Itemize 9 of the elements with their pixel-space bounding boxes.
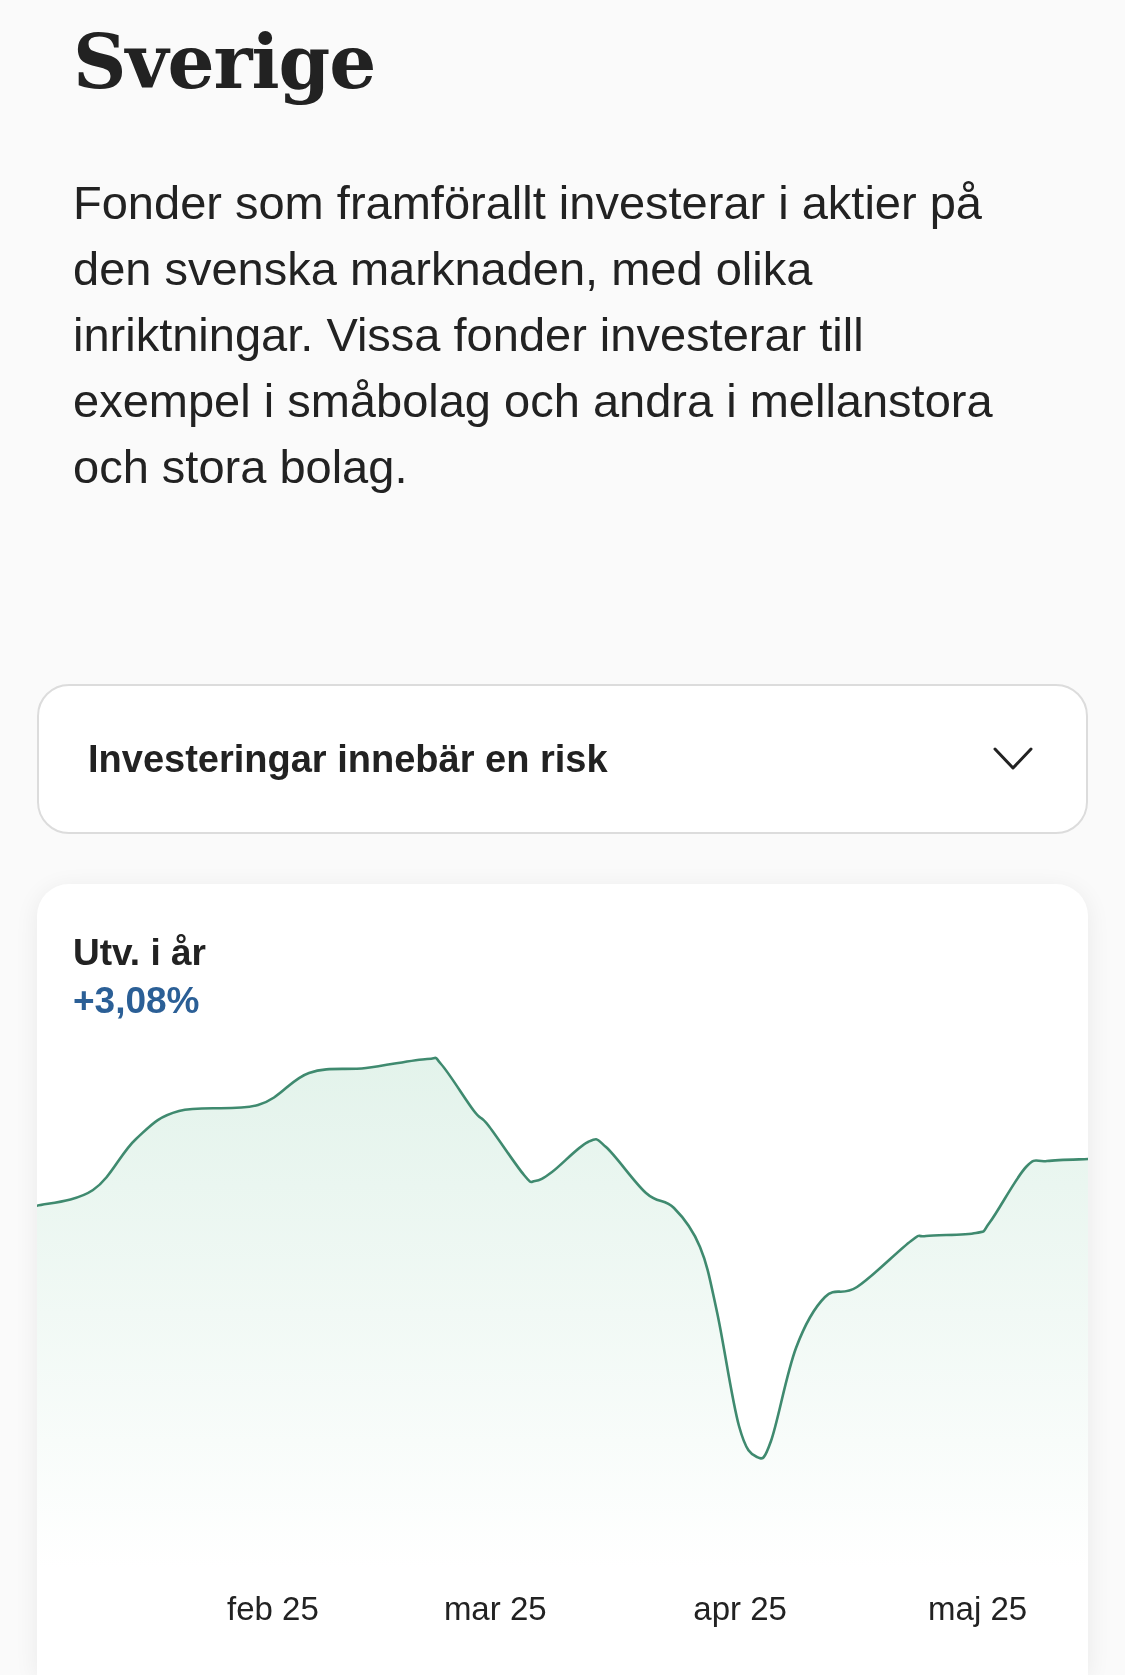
axis-label: apr 25 [693,1589,787,1629]
page-title: Sverige [73,18,376,107]
performance-label: Utv. i år [73,931,206,975]
performance-value: +3,08% [73,979,200,1023]
risk-disclosure-button[interactable]: Investeringar innebär en risk [37,684,1088,834]
description-text: Fonder som framförallt investerar i aktier på den svenska marknaden, med olika inriktningar. Vissa fonder investerar till exempel i småbolag och andra i mellanstora och stora bolag. [73,175,994,495]
axis-label: feb 25 [227,1589,319,1629]
axis-label: maj 25 [928,1589,1028,1629]
axis-label: mar 25 [443,1589,547,1629]
